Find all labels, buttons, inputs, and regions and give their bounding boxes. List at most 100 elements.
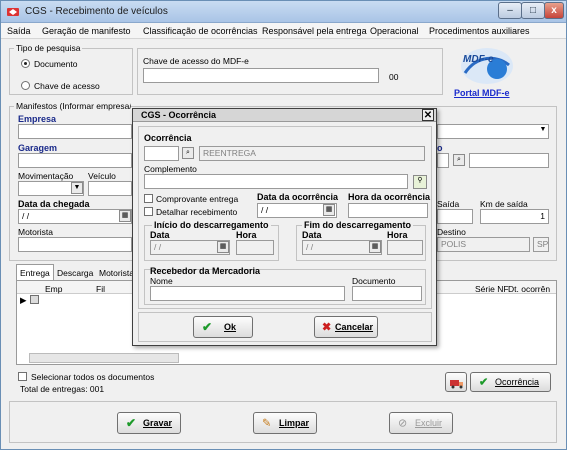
- title-bar: CGS - Recebimento de veículos – □ x: [1, 1, 566, 23]
- data-ocorrencia-calendar-icon[interactable]: ▦: [323, 204, 335, 216]
- dialog-cancel-button[interactable]: ✖ Cancelar: [314, 316, 378, 338]
- radio-documento[interactable]: [21, 59, 30, 68]
- cancel-button-label: Cancelar: [335, 322, 374, 332]
- tab-descarga[interactable]: Descarga: [57, 268, 93, 278]
- search-type-label: Tipo de pesquisa: [14, 43, 83, 53]
- movimentacao-dropdown-icon[interactable]: ▼: [71, 182, 83, 194]
- veiculo-input[interactable]: [88, 181, 132, 196]
- documento-input[interactable]: [352, 286, 422, 301]
- uf-input: SP: [533, 237, 549, 252]
- broom-icon: ✎: [262, 417, 272, 430]
- col-dt-ocorrencia: Dt. ocorrên: [508, 284, 551, 294]
- motorista-label: Motorista: [18, 227, 53, 237]
- fim-data-label: Data: [302, 230, 322, 240]
- fim-label: Fim do descarregamento: [302, 220, 414, 230]
- limpar-button[interactable]: ✎ Limpar: [253, 412, 317, 434]
- garagem-input[interactable]: [18, 153, 132, 168]
- dialog-complemento-input[interactable]: [144, 174, 408, 189]
- binoculars-icon[interactable]: ⌕: [453, 154, 465, 166]
- radio-documento-label: Documento: [34, 59, 78, 69]
- excluir-button[interactable]: ⊘ Excluir: [389, 412, 453, 434]
- km-saida-input[interactable]: 1: [480, 209, 549, 224]
- nome-input[interactable]: [150, 286, 345, 301]
- col-serie-nf: Série NF: [475, 284, 509, 294]
- row-checkbox[interactable]: [30, 295, 39, 304]
- calendar-icon[interactable]: ▦: [119, 210, 131, 222]
- hora-ocorrencia-input[interactable]: [348, 203, 428, 218]
- empresa-select[interactable]: [437, 124, 549, 139]
- mdfe-logo-icon: [461, 48, 513, 84]
- recebedor-label: Recebedor da Mercadoria: [150, 266, 261, 276]
- manifests-label: Manifestos (Informar empresa/filial/gara…: [14, 101, 131, 111]
- row-indicator: ▶: [20, 295, 27, 305]
- movimentacao-label: Movimentação: [18, 171, 74, 181]
- delete-icon: ⊘: [398, 417, 408, 430]
- ocorrencia-button-label: Ocorrência: [495, 377, 540, 387]
- garagem-label: Garagem: [18, 143, 58, 153]
- nome-label: Nome: [150, 276, 173, 286]
- dialog-ocorrencia-desc: REENTREGA: [199, 146, 425, 161]
- col-fil: Fil: [96, 284, 105, 294]
- select-all-label: Selecionar todos os documentos: [31, 372, 155, 382]
- mdfe-key-count: 00: [389, 72, 399, 82]
- tab-motorista[interactable]: Motorista: [99, 268, 134, 278]
- dialog-close-icon[interactable]: ✕: [422, 109, 434, 121]
- fim-hora-input: [387, 240, 423, 255]
- motorista-input[interactable]: [18, 237, 132, 252]
- dialog-ocorrencia-code[interactable]: [144, 146, 179, 161]
- maximize-button[interactable]: □: [521, 2, 545, 19]
- data-chegada-input[interactable]: / /: [18, 209, 132, 224]
- ok-button-label: Ok: [224, 322, 237, 332]
- gravar-button[interactable]: ✔ Gravar: [117, 412, 181, 434]
- ok-check-icon: ✔: [202, 320, 213, 334]
- print-button[interactable]: [445, 372, 467, 392]
- menu-responsavel[interactable]: Responsável pela entrega: [262, 26, 367, 36]
- chevron-down-icon[interactable]: ▼: [537, 125, 549, 137]
- empresa-input[interactable]: [18, 124, 132, 139]
- portal-mdfe-link[interactable]: Portal MDF-e: [454, 88, 510, 98]
- menu-procedimentos[interactable]: Procedimentos auxiliares: [429, 26, 530, 36]
- garagem-code-input[interactable]: [437, 153, 449, 168]
- app-icon: [7, 8, 19, 16]
- limpar-button-label: Limpar: [279, 418, 310, 428]
- grid-scrollbar[interactable]: [29, 353, 179, 363]
- mdfe-key-label: Chave de acesso do MDF-e: [143, 56, 249, 66]
- total-entregas: Total de entregas: 001: [20, 384, 105, 394]
- menu-bar: Saída Geração de manifesto Classificação…: [1, 23, 566, 39]
- saida-input[interactable]: [437, 209, 473, 224]
- menu-geracao-manifesto[interactable]: Geração de manifesto: [42, 26, 131, 36]
- garagem-desc-input[interactable]: [469, 153, 549, 168]
- destino-label: Destino: [437, 227, 466, 237]
- menu-saida[interactable]: Saída: [7, 26, 31, 36]
- menu-classificacao[interactable]: Classificação de ocorrências: [143, 26, 258, 36]
- menu-operacional[interactable]: Operacional: [370, 26, 419, 36]
- comprovante-checkbox[interactable]: [144, 194, 153, 203]
- destino-input: POLIS: [437, 237, 530, 252]
- radio-chave-acesso[interactable]: [21, 81, 30, 90]
- garagem-code-label: o: [437, 143, 443, 153]
- select-all-checkbox[interactable]: [18, 372, 27, 381]
- dialog-ocorrencia-label: Ocorrência: [144, 133, 192, 143]
- minimize-button[interactable]: –: [498, 2, 522, 19]
- dialog-complemento-label: Complemento: [144, 164, 197, 174]
- detalhar-checkbox[interactable]: [144, 207, 153, 216]
- mdfe-logo-text: MDF-e: [463, 54, 494, 65]
- inicio-hora-input: [236, 240, 274, 255]
- veiculo-label: Veículo: [88, 171, 116, 181]
- tab-entrega[interactable]: Entrega: [20, 268, 50, 278]
- dialog-title: CGS - Ocorrência: [141, 110, 217, 120]
- col-emp: Emp: [45, 284, 63, 294]
- close-button[interactable]: x: [544, 2, 564, 19]
- inicio-calendar-icon: ▦: [217, 241, 229, 253]
- dialog-search-icon[interactable]: ⚲: [413, 175, 427, 189]
- dialog-binoculars-icon[interactable]: ⌕: [182, 147, 194, 159]
- main-window: CGS - Recebimento de veículos – □ x Saíd…: [0, 0, 567, 450]
- mdfe-key-input[interactable]: [143, 68, 379, 83]
- ocorrencia-button[interactable]: ✔ Ocorrência: [470, 372, 551, 392]
- dialog-ok-button[interactable]: ✔ Ok: [193, 316, 253, 338]
- inicio-data-label: Data: [150, 230, 170, 240]
- data-ocorrencia-label: Data da ocorrência: [257, 192, 339, 202]
- gravar-button-label: Gravar: [143, 418, 173, 428]
- check-icon: ✔: [479, 376, 489, 389]
- km-saida-label: Km de saída: [480, 199, 528, 209]
